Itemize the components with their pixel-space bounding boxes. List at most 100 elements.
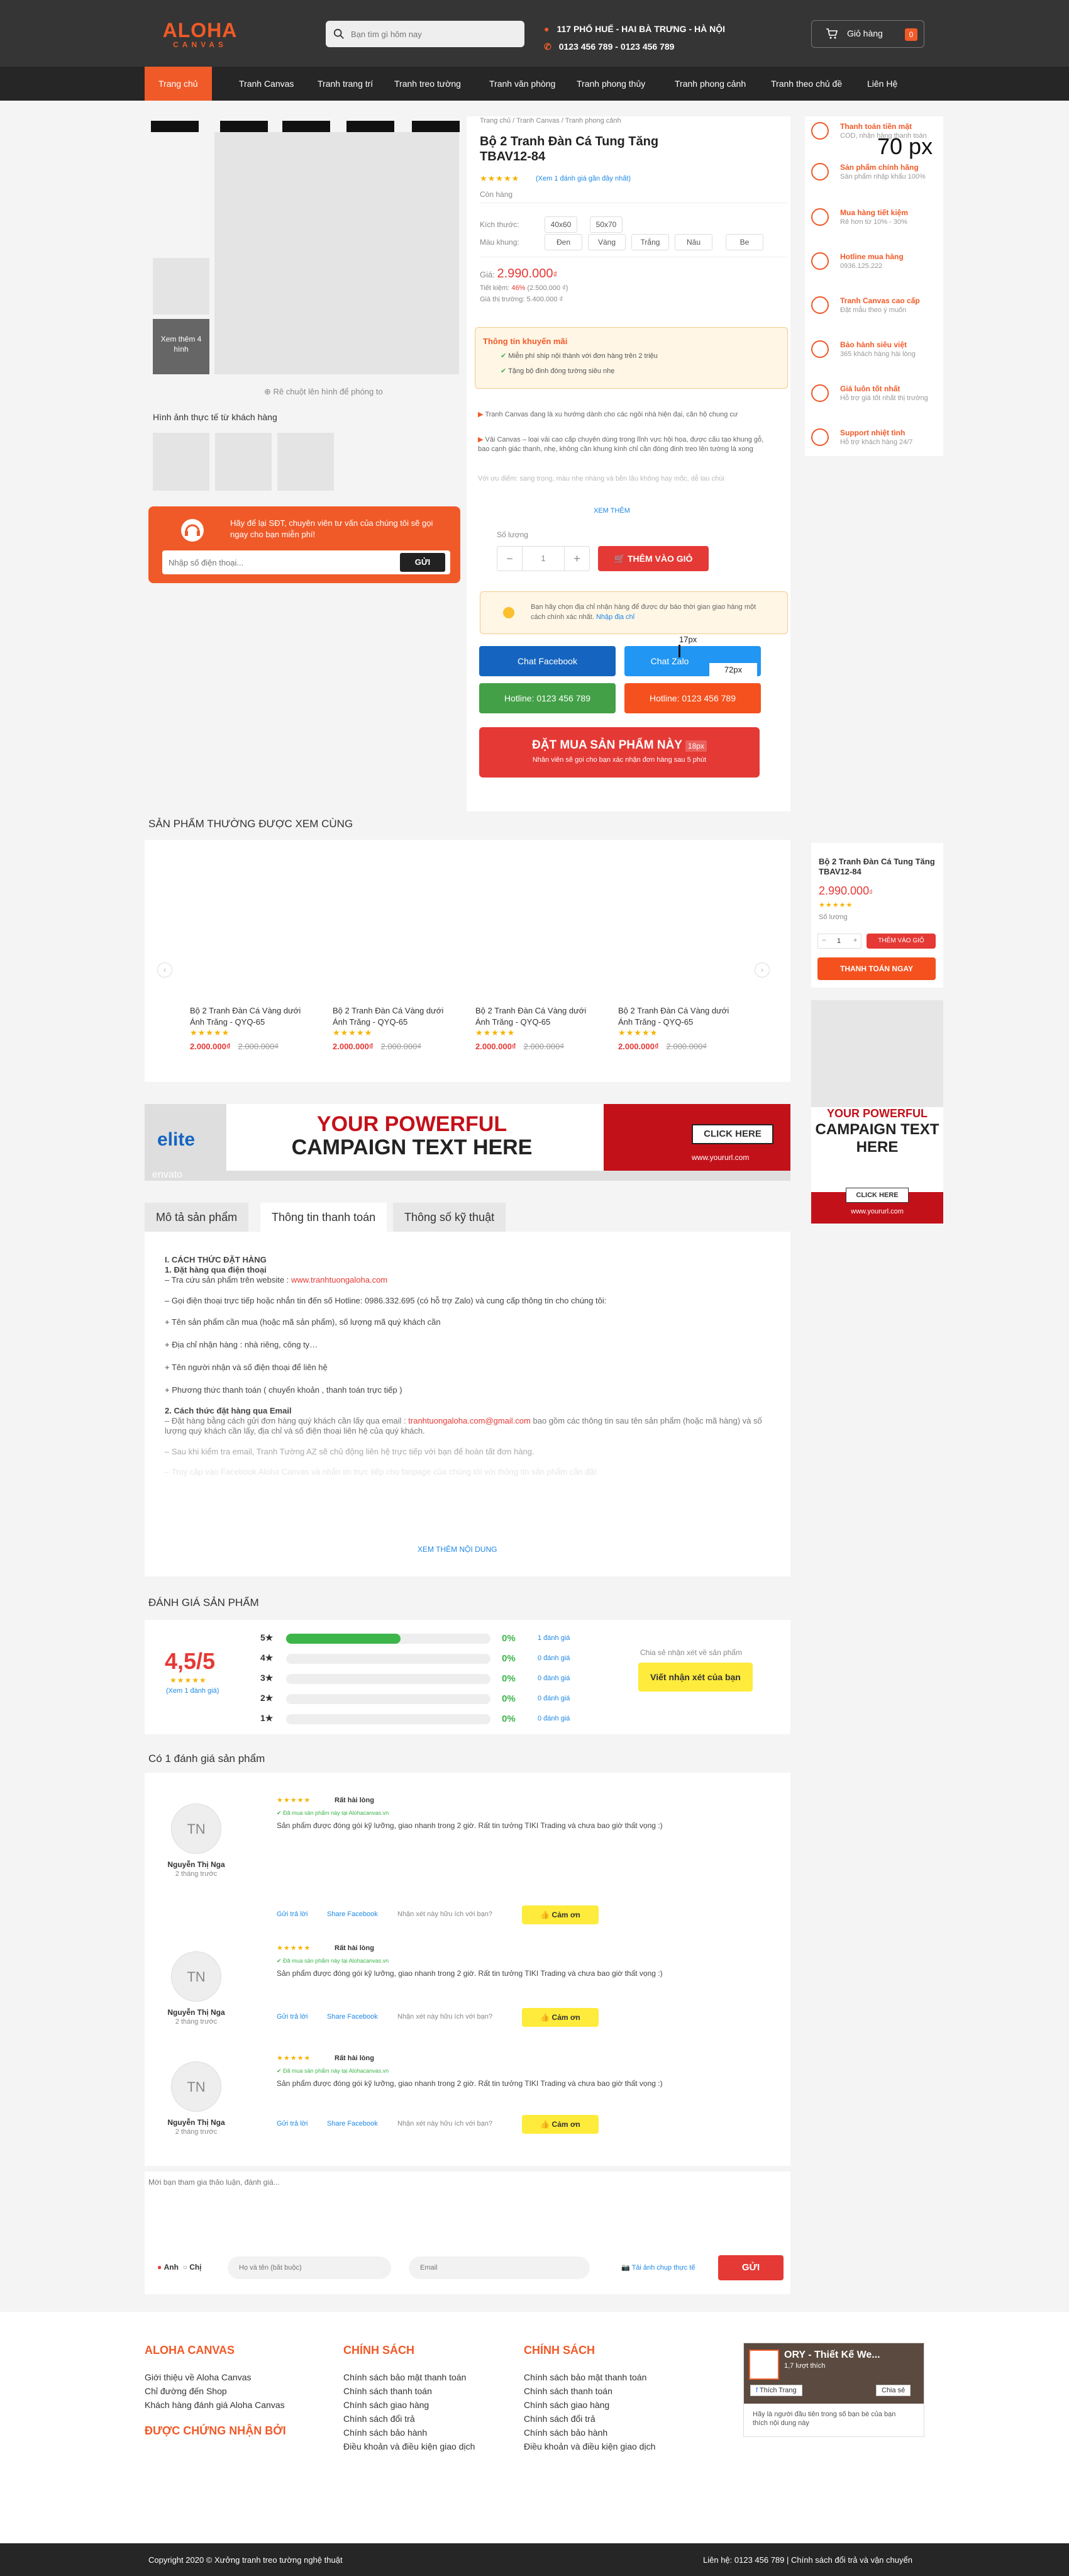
facebook-page-widget[interactable]: ORY - Thiết Kế We... 1,7 lượt thích f Th… [743, 2343, 924, 2437]
add-to-cart-button[interactable]: 🛒 THÊM VÀO GIỎ [598, 546, 709, 571]
rating-count[interactable]: 0 đánh giá [538, 1654, 570, 1662]
nav-item-contact[interactable]: Liên Hệ [867, 67, 897, 101]
qty-value[interactable]: 1 [523, 547, 564, 571]
enter-address-link[interactable]: Nhập địa chỉ [596, 613, 634, 621]
sticky-add-button[interactable]: THÊM VÀO GIỎ [867, 934, 936, 949]
nav-item-fengshui[interactable]: Tranh phong thủy [577, 67, 645, 101]
service-item[interactable]: Support nhiệt tình Hỗ trợ khách hàng 24/7 [811, 426, 943, 464]
frame-option[interactable]: Đen [545, 234, 582, 250]
footer-link[interactable]: Chính sách bảo hành [343, 2426, 475, 2439]
product-card[interactable]: Bộ 2 Tranh Đàn Cá Vàng dưới Ánh Trăng - … [333, 1005, 458, 1051]
customer-photo[interactable] [215, 433, 272, 491]
footer-link[interactable]: Chính sách bảo mật thanh toán [343, 2370, 475, 2384]
buy-now-button[interactable]: ĐẶT MUA SẢN PHẨM NÀY 18px Nhân viên sẽ g… [479, 727, 760, 778]
footer-link[interactable]: Khách hàng đánh giá Aloha Canvas [145, 2398, 285, 2412]
nav-item-canvas[interactable]: Tranh Canvas [239, 67, 294, 101]
rating-count[interactable]: 0 đánh giá [538, 1675, 570, 1682]
prev-arrow-icon[interactable]: ‹ [157, 962, 172, 978]
search-icon[interactable] [333, 28, 345, 40]
fb-page-name[interactable]: ORY - Thiết Kế We... [784, 2350, 880, 2361]
product-card[interactable]: Bộ 2 Tranh Đàn Cá Vàng dưới Ánh Trăng - … [190, 1005, 316, 1051]
footer-bottom-links[interactable]: Liên hệ: 0123 456 789 | Chính sách đổi t… [703, 2555, 912, 2565]
vertical-ad-banner[interactable]: YOUR POWERFUL CAMPAIGN TEXT HERE CLICK H… [811, 1000, 943, 1224]
nav-item-home[interactable]: Trang chủ [145, 67, 212, 101]
tab-description[interactable]: Mô tả sản phẩm [145, 1203, 249, 1232]
reply-link[interactable]: Gửi trả lời [277, 2013, 307, 2021]
size-option[interactable]: 50x70 [590, 216, 623, 233]
service-item[interactable]: Hotline mua hàng 0936.125.222 [811, 250, 943, 287]
nav-item-office[interactable]: Tranh văn phòng [489, 67, 555, 101]
site-logo[interactable]: ALOHA CANVAS [159, 20, 241, 49]
frame-option[interactable]: Trắng [631, 234, 669, 250]
size-option[interactable]: 40x60 [545, 216, 577, 233]
footer-link[interactable]: Giới thiệu về Aloha Canvas [145, 2370, 285, 2384]
thumbnail[interactable] [153, 258, 209, 315]
sticky-qty-stepper[interactable]: −1 + [817, 934, 861, 949]
footer-link[interactable]: Chính sách giao hàng [524, 2398, 655, 2412]
service-item[interactable]: Sản phẩm chính hãng Sản phẩm nhập khẩu 10… [811, 160, 943, 198]
email-input[interactable] [409, 2256, 590, 2279]
gender-radio[interactable]: ● Anh ○ Chị [157, 2263, 202, 2272]
fb-like-button[interactable]: f Thích Trang [750, 2385, 802, 2396]
upload-photo-button[interactable]: 📷 Tải ảnh chụp thực tế [621, 2263, 695, 2272]
nav-item-theme[interactable]: Tranh theo chủ đề [771, 67, 842, 101]
rating-count[interactable]: 0 đánh giá [538, 1715, 570, 1722]
search-box[interactable] [326, 21, 524, 47]
next-arrow-icon[interactable]: › [755, 962, 770, 978]
frame-option[interactable]: Be [726, 234, 763, 250]
qty-increase-button[interactable]: + [564, 547, 589, 571]
see-more-content-link[interactable]: XEM THÊM NỘI DUNG [418, 1545, 497, 1554]
product-card[interactable]: Bộ 2 Tranh Đàn Cá Vàng dưới Ánh Trăng - … [618, 1005, 744, 1051]
write-review-button[interactable]: Viết nhận xét của bạn [638, 1663, 753, 1692]
website-link[interactable]: www.tranhtuongaloha.com [291, 1275, 387, 1285]
frame-option[interactable]: Vàng [588, 234, 626, 250]
nav-item-wall[interactable]: Tranh treo tường [394, 67, 461, 101]
cart-button[interactable]: Giỏ hàng 0 [811, 20, 924, 48]
footer-link[interactable]: Chính sách thanh toán [524, 2384, 655, 2398]
footer-link[interactable]: Chính sách bảo hành [524, 2426, 655, 2439]
checkout-button[interactable]: THANH TOÁN NGAY [817, 957, 936, 980]
chat-facebook-button[interactable]: Chat Facebook [479, 646, 616, 676]
name-input[interactable] [228, 2256, 391, 2279]
search-input[interactable] [351, 26, 514, 42]
tab-payment[interactable]: Thông tin thanh toán [260, 1203, 387, 1232]
nav-item-landscape[interactable]: Tranh phong cảnh [675, 67, 746, 101]
nav-item-decor[interactable]: Tranh trang trí [318, 67, 373, 101]
more-images-button[interactable]: Xem thêm 4 hình [153, 319, 209, 374]
horizontal-ad-banner[interactable]: elite envato YOUR POWERFUL CAMPAIGN TEXT… [145, 1104, 790, 1181]
footer-link[interactable]: Chính sách giao hàng [343, 2398, 475, 2412]
thanks-button[interactable]: 👍 Cảm ơn [522, 1905, 599, 1924]
footer-link[interactable]: Chính sách bảo mật thanh toán [524, 2370, 655, 2384]
consult-submit-button[interactable]: GỬI [400, 553, 445, 572]
service-item[interactable]: Mua hàng tiết kiệm Rẻ hơn từ 10% - 30% [811, 206, 943, 243]
customer-photo[interactable] [153, 433, 209, 491]
fb-share-button[interactable]: Chia sẻ [876, 2385, 911, 2396]
ad-cta-button[interactable]: CLICK HERE [692, 1124, 773, 1144]
reviews-link[interactable]: (Xem 1 đánh giá gần đây nhất) [536, 175, 631, 182]
footer-link[interactable]: Chỉ đường đến Shop [145, 2384, 285, 2398]
email-link[interactable]: tranhtuongaloha.com@gmail.com [408, 1416, 531, 1425]
footer-link[interactable]: Chính sách thanh toán [343, 2384, 475, 2398]
footer-link[interactable]: Chính sách đổi trả [524, 2412, 655, 2426]
service-item[interactable]: Bảo hành siêu việt 365 khách hàng hài lòn… [811, 338, 943, 376]
comment-submit-button[interactable]: GỬI [718, 2255, 784, 2280]
breadcrumb[interactable]: Trang chủ / Tranh Canvas / Tranh phong c… [480, 117, 621, 125]
thanks-button[interactable]: 👍 Cảm ơn [522, 2008, 599, 2027]
hotline-button[interactable]: Hotline: 0123 456 789 [624, 683, 761, 713]
thanks-button[interactable]: 👍 Cảm ơn [522, 2115, 599, 2134]
footer-link[interactable]: Chính sách đổi trả [343, 2412, 475, 2426]
comment-textarea[interactable] [148, 2178, 784, 2241]
see-more-link[interactable]: XEM THÊM [594, 507, 630, 515]
share-facebook-link[interactable]: Share Facebook [327, 2013, 378, 2021]
ad-cta-button[interactable]: CLICK HERE [846, 1188, 909, 1203]
service-item[interactable]: Thanh toán tiền mặt COD, nhận hàng thanh … [811, 120, 943, 157]
tab-specs[interactable]: Thông số kỹ thuật [393, 1203, 506, 1232]
frame-option[interactable]: Nâu [675, 234, 712, 250]
service-item[interactable]: Giá luôn tốt nhất Hỗ trợ giá tốt nhất thị… [811, 382, 943, 420]
service-item[interactable]: Tranh Canvas cao cấp Đặt mẫu theo ý muốn [811, 294, 943, 332]
rating-count[interactable]: 0 đánh giá [538, 1695, 570, 1702]
reply-link[interactable]: Gửi trả lời [277, 1910, 307, 1918]
rating-count[interactable]: 1 đánh giá [538, 1634, 570, 1642]
product-card[interactable]: Bộ 2 Tranh Đàn Cá Vàng dưới Ánh Trăng - … [475, 1005, 601, 1051]
qty-decrease-button[interactable]: − [497, 547, 523, 571]
